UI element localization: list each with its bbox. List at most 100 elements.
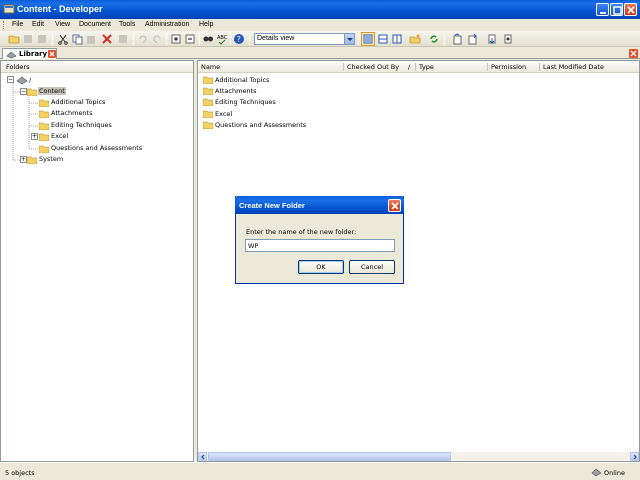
cancel-button[interactable]: Cancel bbox=[349, 260, 395, 274]
help-icon[interactable]: ? bbox=[233, 33, 245, 45]
folder-name-input[interactable] bbox=[245, 239, 395, 252]
menu-tools[interactable]: Tools bbox=[119, 21, 135, 28]
column-divider[interactable] bbox=[539, 63, 540, 71]
chevron-right-icon bbox=[633, 454, 637, 460]
find-icon[interactable] bbox=[202, 33, 214, 45]
online-icon bbox=[591, 468, 602, 477]
tab-library[interactable]: Library bbox=[2, 48, 57, 59]
properties-icon[interactable] bbox=[117, 33, 129, 45]
check-in-icon[interactable] bbox=[466, 33, 478, 45]
column-header-permission[interactable]: Permission bbox=[491, 63, 526, 71]
column-header-name[interactable]: Name bbox=[201, 63, 220, 71]
toolbar-separator bbox=[444, 33, 445, 45]
toolbar-separator bbox=[166, 33, 167, 45]
menu-document[interactable]: Document bbox=[79, 21, 111, 28]
delete-icon[interactable] bbox=[101, 33, 113, 45]
new-folder-icon[interactable] bbox=[409, 33, 421, 45]
collapse-toggle-content[interactable]: − bbox=[20, 88, 27, 95]
paste-icon[interactable] bbox=[85, 33, 97, 45]
folder-icon bbox=[39, 145, 49, 153]
publish-icon[interactable] bbox=[486, 33, 498, 45]
menu-edit[interactable]: Edit bbox=[32, 21, 44, 28]
menu-help[interactable]: Help bbox=[199, 21, 213, 28]
horizontal-scrollbar[interactable] bbox=[198, 452, 639, 461]
split-horizontal-icon[interactable] bbox=[377, 33, 389, 45]
close-icon bbox=[391, 202, 399, 210]
column-divider[interactable] bbox=[487, 63, 488, 71]
folder-icon bbox=[39, 110, 49, 118]
column-header-checked-out-by[interactable]: Checked Out By bbox=[347, 63, 399, 71]
tree-item-root-label: / bbox=[29, 76, 32, 84]
refresh-icon[interactable] bbox=[428, 33, 440, 45]
menu-view[interactable]: View bbox=[55, 21, 70, 28]
menu-administration[interactable]: Administration bbox=[145, 21, 189, 28]
folder-icon bbox=[203, 87, 213, 95]
maximize-button[interactable] bbox=[610, 3, 623, 16]
collapse-toggle-root[interactable]: − bbox=[7, 76, 14, 83]
scrollbar-thumb[interactable] bbox=[208, 452, 451, 461]
tree-item-label: Attachments bbox=[51, 109, 93, 117]
svg-text:ABC: ABC bbox=[217, 35, 228, 41]
toolbar: ABC ? Details view bbox=[0, 31, 640, 47]
toolbar-separator bbox=[199, 33, 200, 45]
list-item-label: Editing Techniques bbox=[215, 98, 276, 106]
tree-item-label: Questions and Assessments bbox=[51, 144, 143, 152]
save-icon[interactable] bbox=[22, 33, 34, 45]
title-bar: Content - Developer bbox=[0, 0, 640, 19]
list-item-label: Additional Topics bbox=[215, 76, 270, 84]
menu-bar: File Edit View Document Tools Administra… bbox=[0, 19, 640, 31]
toolbar-separator bbox=[249, 33, 250, 45]
tab-close-icon[interactable] bbox=[48, 50, 56, 58]
column-divider[interactable] bbox=[415, 63, 416, 71]
spellcheck-icon[interactable]: ABC bbox=[216, 33, 228, 45]
list-item-label: Attachments bbox=[215, 87, 257, 95]
ok-button[interactable]: OK bbox=[298, 260, 344, 274]
list-item-label: Questions and Assessments bbox=[215, 121, 307, 129]
chevron-down-icon[interactable] bbox=[344, 34, 354, 44]
toolbar-separator bbox=[52, 33, 53, 45]
save-all-icon[interactable] bbox=[36, 33, 48, 45]
open-folder-icon bbox=[27, 88, 37, 96]
scroll-right-button[interactable] bbox=[630, 452, 639, 461]
scroll-left-button[interactable] bbox=[198, 452, 207, 461]
redo-icon[interactable] bbox=[151, 33, 163, 45]
menu-grip bbox=[3, 21, 5, 29]
close-button[interactable] bbox=[624, 3, 637, 16]
menu-file[interactable]: File bbox=[12, 21, 23, 28]
folder-icon bbox=[39, 99, 49, 107]
view-select-value: Details view bbox=[257, 35, 295, 42]
connection-status: Online bbox=[604, 469, 625, 477]
column-header-sort-indicator[interactable]: / bbox=[408, 63, 410, 71]
dialog-prompt: Enter the name of the new folder: bbox=[246, 228, 357, 236]
open-folder-icon[interactable] bbox=[8, 33, 20, 45]
toolbar-separator bbox=[358, 33, 359, 45]
undo-icon[interactable] bbox=[137, 33, 149, 45]
column-header-last-modified-date[interactable]: Last Modified Date bbox=[543, 63, 604, 71]
check-out-icon[interactable] bbox=[451, 33, 463, 45]
dialog-close-button[interactable] bbox=[388, 199, 401, 212]
collapse-icon[interactable] bbox=[184, 33, 196, 45]
chevron-left-icon bbox=[201, 454, 205, 460]
column-header-type[interactable]: Type bbox=[419, 63, 434, 71]
dialog-title: Create New Folder bbox=[239, 201, 305, 210]
folder-icon bbox=[203, 98, 213, 106]
status-bar: 5 objects Online bbox=[0, 462, 640, 480]
expand-toggle-system[interactable]: + bbox=[20, 156, 27, 163]
copy-icon[interactable] bbox=[71, 33, 83, 45]
folder-icon bbox=[39, 133, 49, 141]
tree-item-label: Editing Techniques bbox=[51, 121, 112, 129]
tab-strip: Library bbox=[0, 47, 640, 59]
expand-toggle-excel[interactable]: + bbox=[31, 133, 38, 140]
details-view-icon[interactable] bbox=[361, 32, 375, 46]
pane-close-icon[interactable] bbox=[629, 49, 638, 58]
split-vertical-icon[interactable] bbox=[391, 33, 403, 45]
minimize-icon bbox=[600, 12, 606, 14]
preview-icon[interactable] bbox=[502, 33, 514, 45]
minimize-button[interactable] bbox=[596, 3, 609, 16]
expand-icon[interactable] bbox=[170, 33, 182, 45]
view-select[interactable]: Details view bbox=[254, 33, 355, 45]
tab-library-label: Library bbox=[19, 50, 48, 58]
column-divider[interactable] bbox=[343, 63, 344, 71]
cut-icon[interactable] bbox=[57, 33, 69, 45]
svg-text:?: ? bbox=[237, 35, 241, 44]
